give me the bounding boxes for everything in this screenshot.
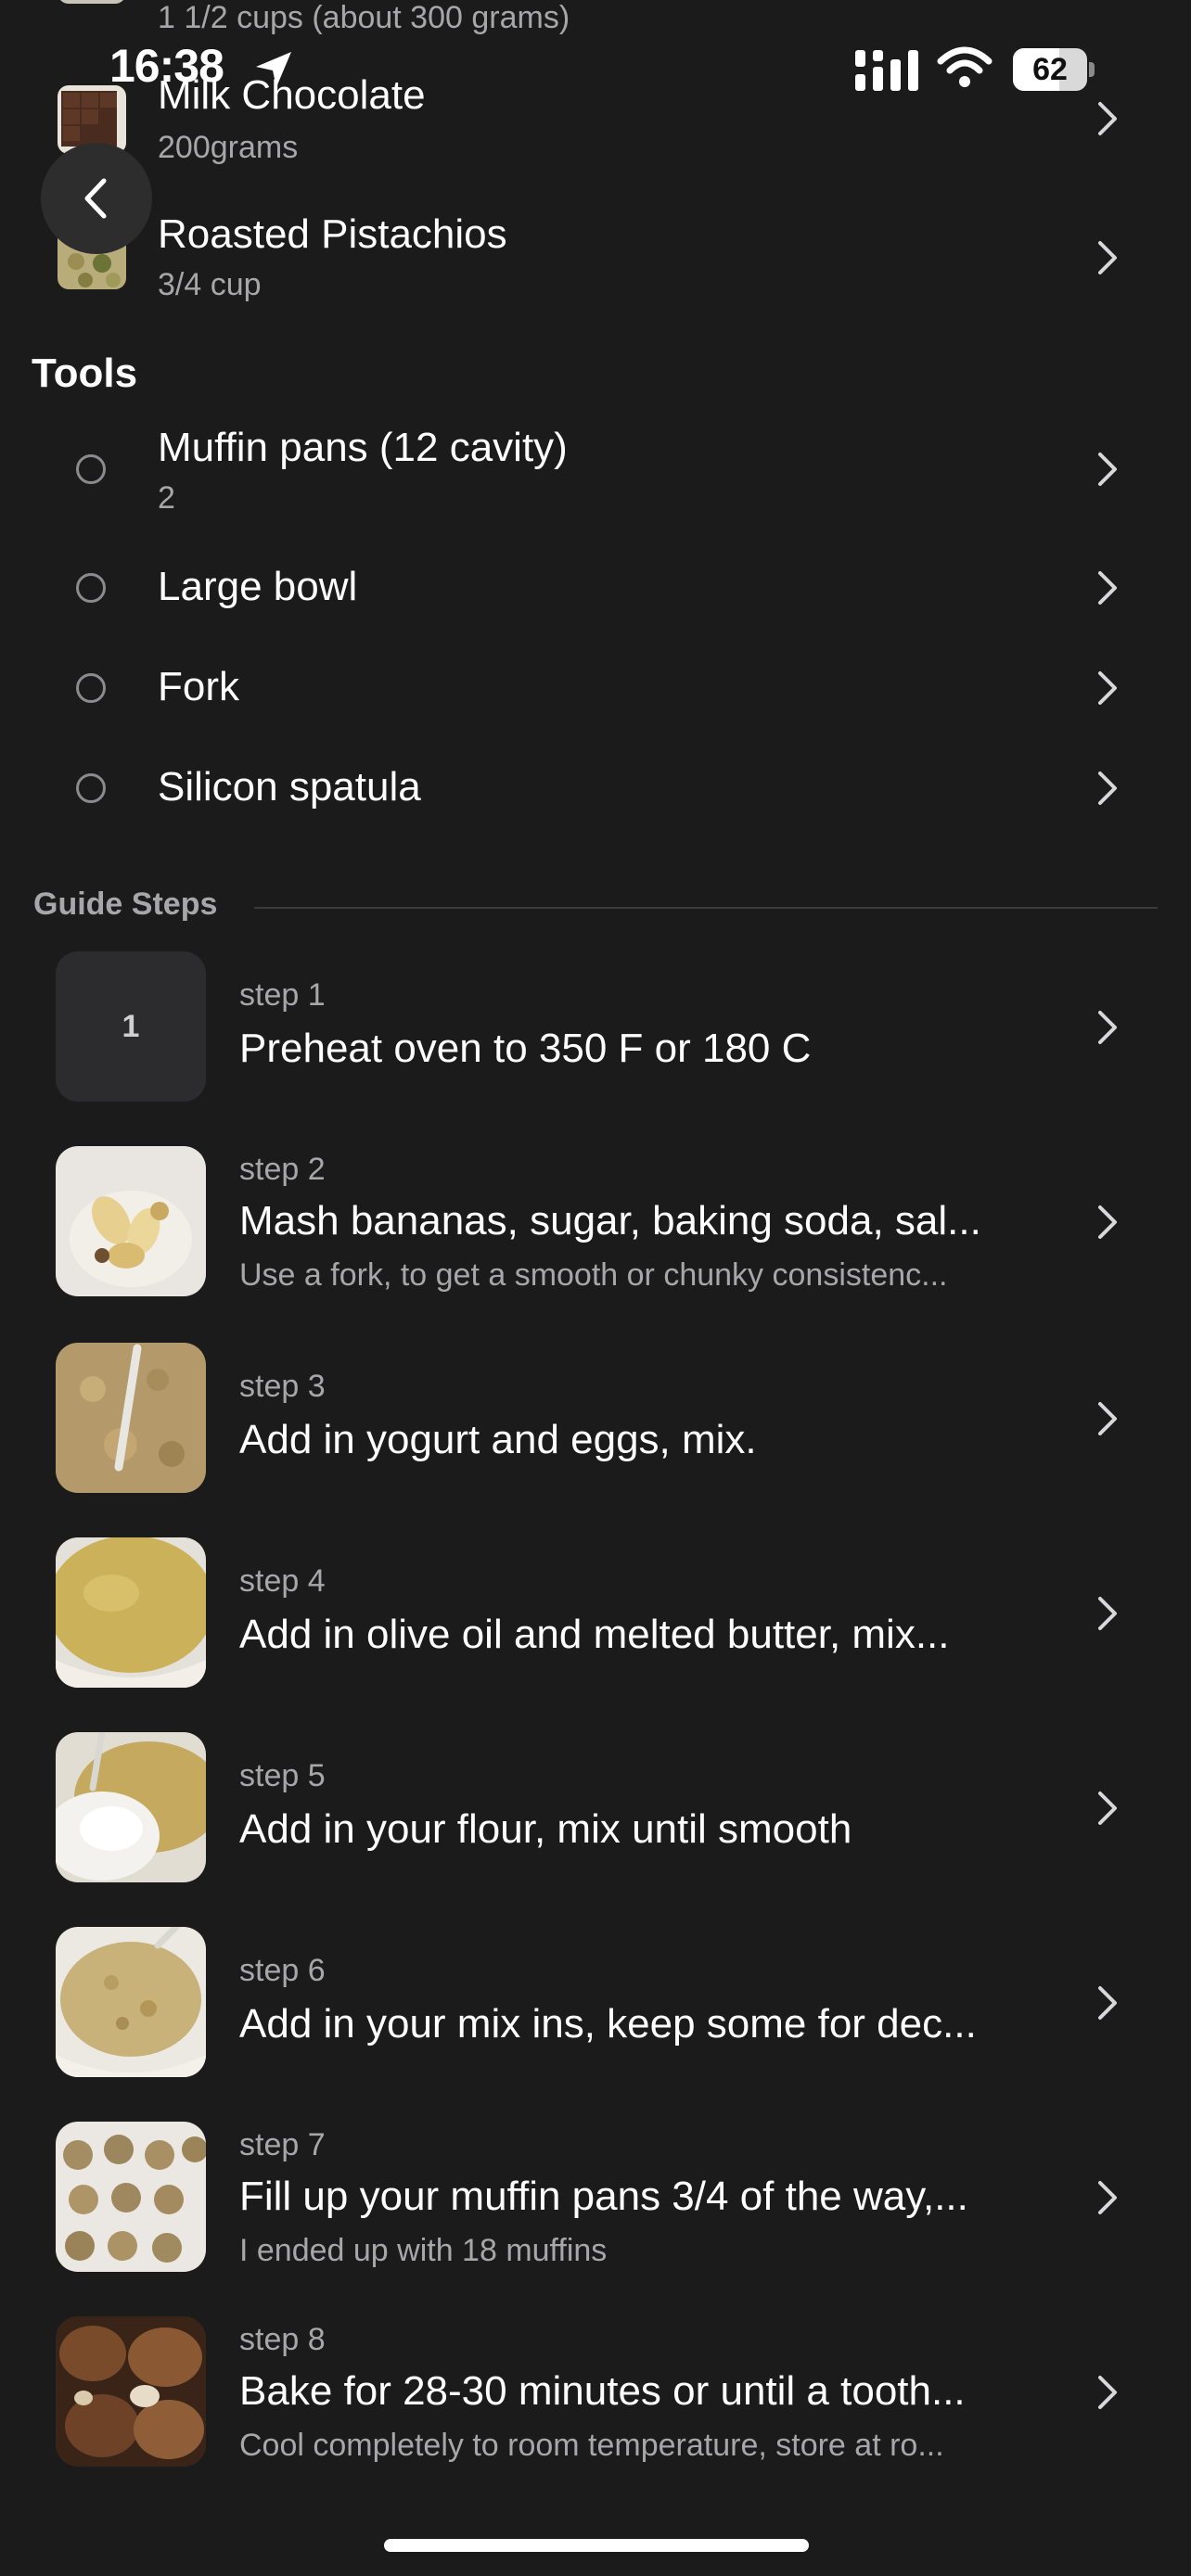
cellular-signal-icon [855, 50, 918, 91]
chevron-right-icon [1098, 2181, 1117, 2214]
tool-checkbox[interactable] [76, 773, 106, 803]
step-photo [56, 1146, 206, 1296]
tool-row[interactable]: Silicon spatula [56, 757, 1150, 822]
step-photo [56, 1343, 206, 1493]
chevron-right-icon [1098, 1402, 1117, 1435]
tool-row[interactable]: Fork [56, 657, 1150, 721]
step-photo [56, 2316, 206, 2467]
tool-row[interactable]: Muffin pans (12 cavity) 2 [56, 423, 1150, 525]
tool-title: Muffin pans (12 cavity) [158, 425, 568, 470]
section-divider [254, 907, 1158, 909]
ingredient-subtitle: 1 1/2 cups (about 300 grams) [158, 0, 570, 35]
home-indicator[interactable] [384, 2539, 809, 2552]
step-row[interactable]: step 5 Add in your flour, mix until smoo… [56, 1732, 1150, 1882]
tool-row[interactable]: Large bowl [56, 556, 1150, 621]
ingredient-row[interactable]: Milk Chocolate 200grams [56, 72, 1150, 174]
tool-subtitle: 2 [158, 480, 175, 516]
chevron-right-icon [1098, 671, 1117, 705]
step-label: step 3 [239, 1369, 326, 1404]
step-title: Bake for 28-30 minutes or until a tooth.… [239, 2368, 966, 2414]
ingredient-row[interactable]: Roasted Pistachios 3/4 cup [56, 210, 1150, 302]
ingredient-title: Roasted Pistachios [158, 211, 507, 257]
step-label: step 7 [239, 2127, 326, 2162]
status-time: 16:38 [109, 40, 224, 92]
step-note: I ended up with 18 muffins [239, 2233, 608, 2268]
guide-steps-heading: Guide Steps [33, 886, 218, 922]
step-photo [56, 1927, 206, 2077]
chevron-right-icon [1098, 1986, 1117, 2020]
ingredient-subtitle: 3/4 cup [158, 267, 262, 302]
battery-indicator: 62 [1013, 48, 1095, 91]
step-title: Fill up your muffin pans 3/4 of the way,… [239, 2174, 968, 2219]
ingredient-row[interactable]: 1 1/2 cups (about 300 grams) [56, 0, 1150, 35]
step-label: step 4 [239, 1563, 326, 1599]
step-row[interactable]: step 2 Mash bananas, sugar, baking soda,… [56, 1146, 1150, 1296]
ingredient-thumbnail [58, 0, 126, 4]
step-photo [56, 1732, 206, 1882]
step-title: Preheat oven to 350 F or 180 C [239, 1026, 812, 1071]
step-title: Mash bananas, sugar, baking soda, sal... [239, 1198, 981, 1243]
step-photo [56, 1537, 206, 1688]
battery-cap [1089, 62, 1095, 77]
chevron-right-icon [1098, 1205, 1117, 1239]
chevron-right-icon [1098, 1597, 1117, 1630]
step-number-badge: 1 [56, 951, 206, 1102]
location-arrow-icon [256, 52, 291, 87]
chevron-right-icon [1098, 1011, 1117, 1044]
tool-title: Silicon spatula [158, 764, 421, 810]
chevron-right-icon [1098, 772, 1117, 805]
step-title: Add in your flour, mix until smooth [239, 1806, 852, 1852]
step-label: step 1 [239, 977, 326, 1013]
tool-checkbox[interactable] [76, 454, 106, 484]
chevron-right-icon [1098, 571, 1117, 605]
tool-checkbox[interactable] [76, 673, 106, 703]
step-title: Add in your mix ins, keep some for dec..… [239, 2001, 977, 2047]
step-note: Use a fork, to get a smooth or chunky co… [239, 1257, 948, 1293]
step-title: Add in olive oil and melted butter, mix.… [239, 1612, 950, 1657]
back-button[interactable] [41, 143, 152, 254]
step-row[interactable]: step 6 Add in your mix ins, keep some fo… [56, 1927, 1150, 2077]
step-label: step 2 [239, 1152, 326, 1187]
tool-title: Fork [158, 664, 239, 709]
chevron-left-icon [84, 178, 107, 219]
step-label: step 8 [239, 2322, 326, 2357]
step-title: Add in yogurt and eggs, mix. [239, 1417, 757, 1462]
step-label: step 5 [239, 1758, 326, 1793]
wifi-icon [937, 46, 992, 87]
step-photo [56, 2122, 206, 2272]
tool-title: Large bowl [158, 564, 358, 609]
tool-checkbox[interactable] [76, 573, 106, 603]
step-row[interactable]: step 8 Bake for 28-30 minutes or until a… [56, 2316, 1150, 2467]
chevron-right-icon [1098, 2376, 1117, 2409]
step-row[interactable]: 1 step 1 Preheat oven to 350 F or 180 C [56, 951, 1150, 1102]
chevron-right-icon [1098, 241, 1117, 274]
tools-heading: Tools [32, 351, 138, 396]
step-note: Cool completely to room temperature, sto… [239, 2428, 944, 2463]
step-row[interactable]: step 7 Fill up your muffin pans 3/4 of t… [56, 2122, 1150, 2272]
chevron-right-icon [1098, 102, 1117, 135]
step-label: step 6 [239, 1953, 326, 1988]
chevron-right-icon [1098, 1792, 1117, 1825]
battery-level-text: 62 [1032, 52, 1068, 87]
ingredient-subtitle: 200grams [158, 130, 299, 165]
step-row[interactable]: step 4 Add in olive oil and melted butte… [56, 1537, 1150, 1688]
step-row[interactable]: step 3 Add in yogurt and eggs, mix. [56, 1343, 1150, 1493]
chevron-right-icon [1098, 453, 1117, 486]
